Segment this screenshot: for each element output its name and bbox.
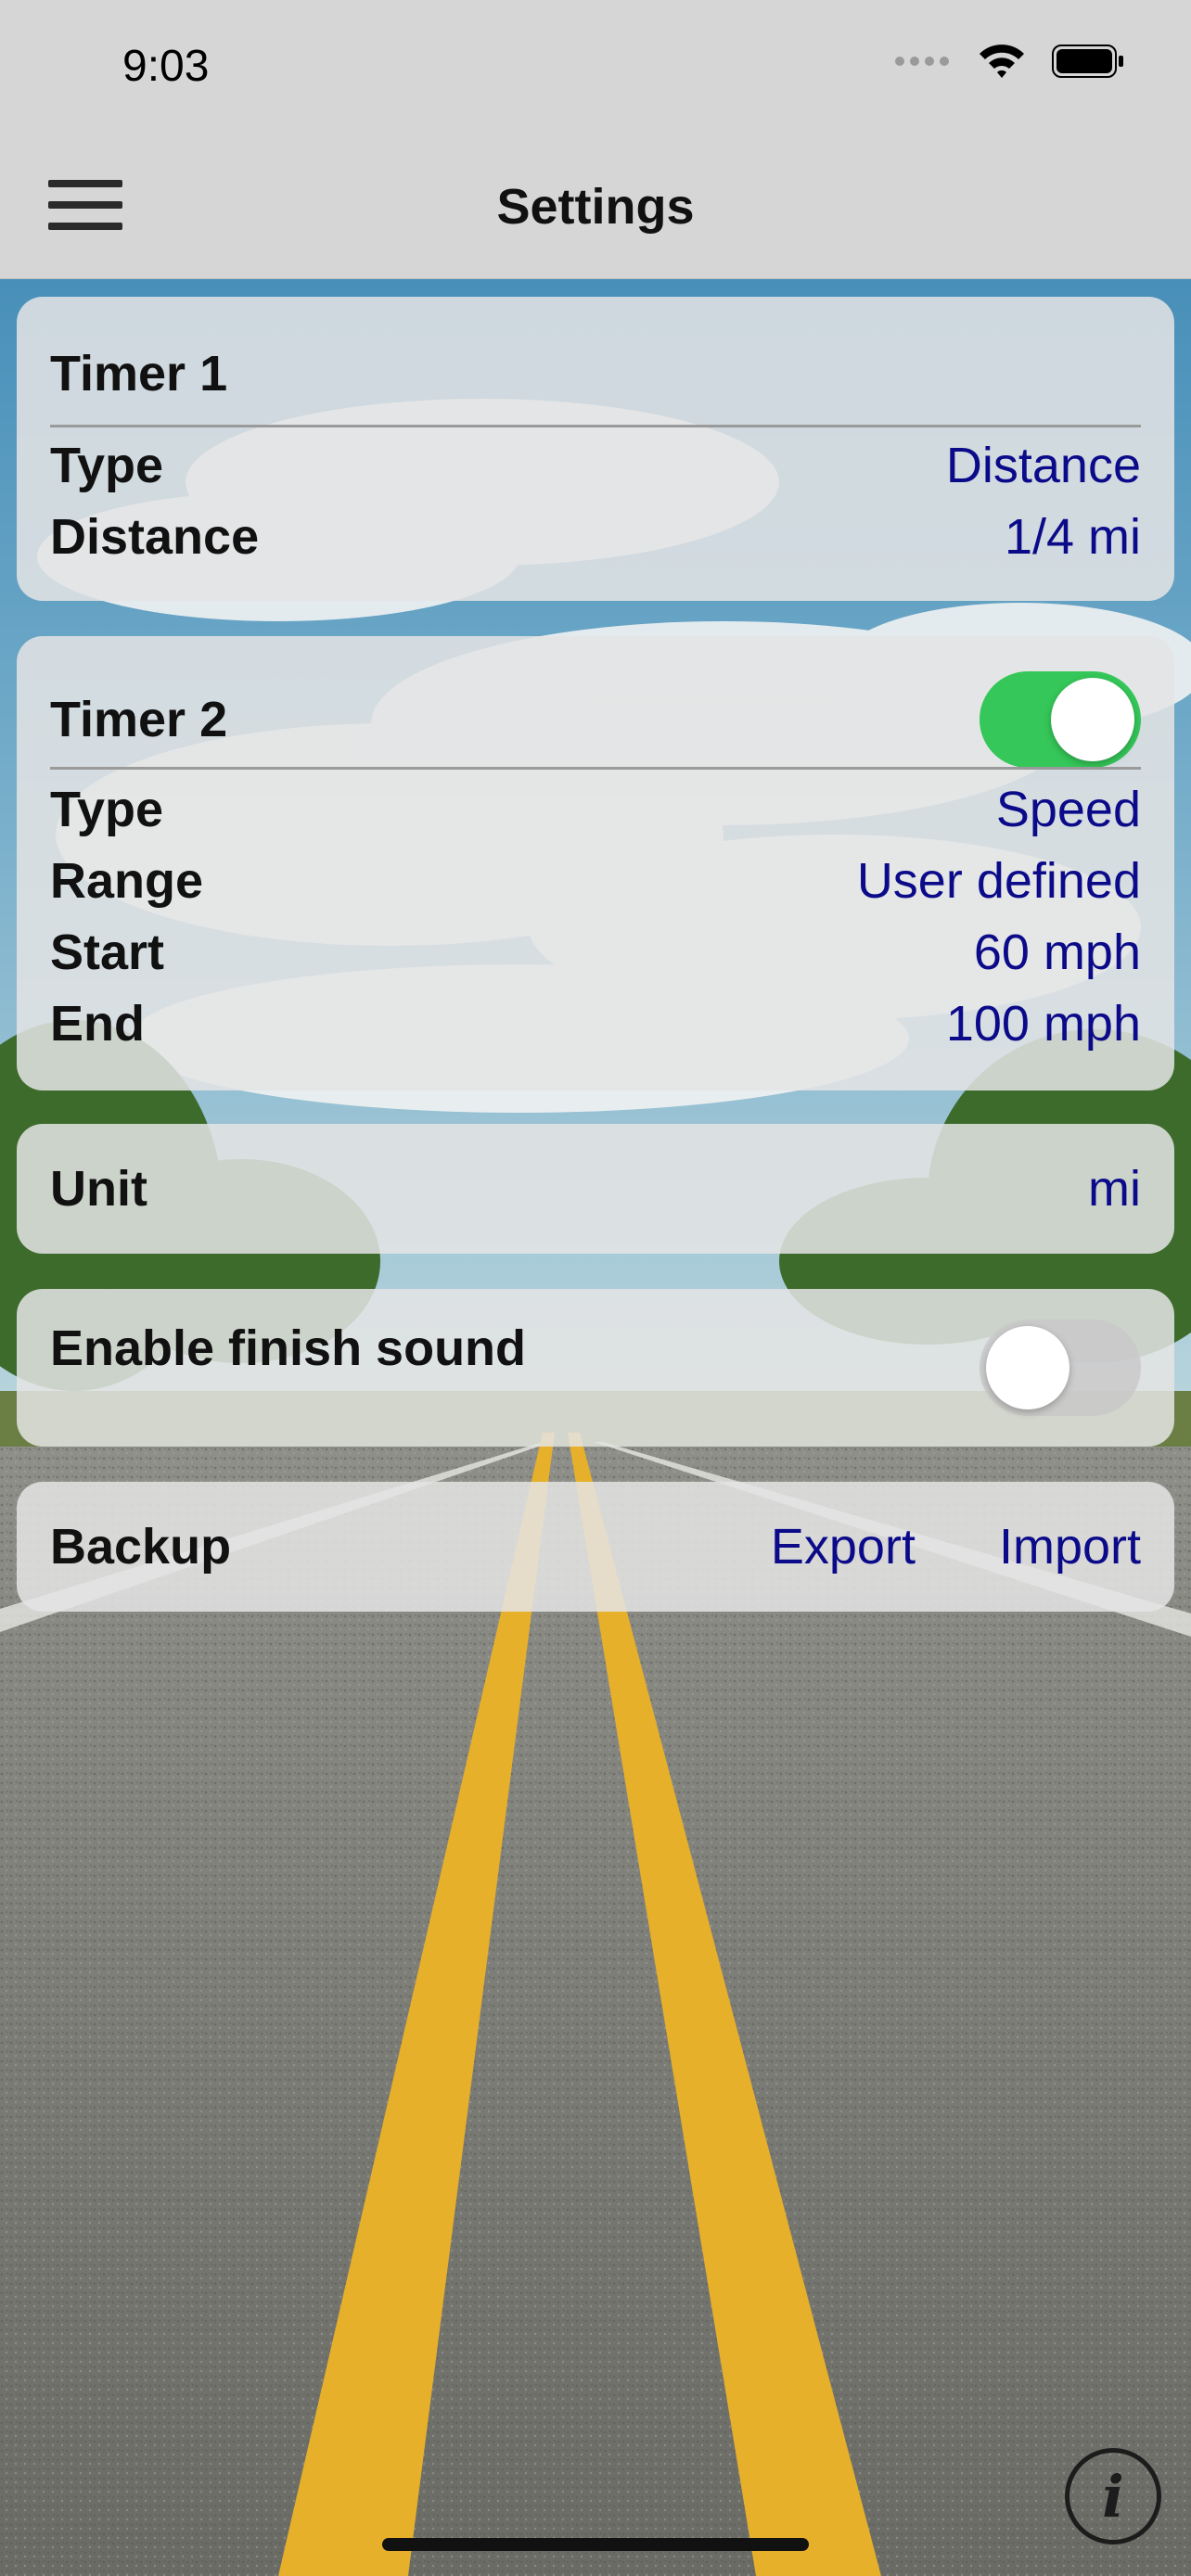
cellular-signal-icon xyxy=(895,57,949,66)
backup-actions: Export Import xyxy=(771,1518,1141,1575)
import-button[interactable]: Import xyxy=(999,1518,1141,1575)
timer1-distance-label: Distance xyxy=(50,509,260,565)
home-indicator xyxy=(382,2538,809,2551)
status-bar: 9:03 xyxy=(0,0,1191,139)
finish-sound-card: Enable finish sound xyxy=(17,1289,1174,1447)
timer2-range-label: Range xyxy=(50,853,204,909)
timer2-start-row[interactable]: Start 60 mph xyxy=(50,916,1141,988)
export-button[interactable]: Export xyxy=(771,1518,916,1575)
wifi-icon xyxy=(980,45,1024,78)
finish-sound-label: Enable finish sound xyxy=(50,1320,527,1376)
timer2-title: Timer 2 xyxy=(50,692,228,747)
timer2-start-value[interactable]: 60 mph xyxy=(974,924,1141,981)
navigation-bar: Settings xyxy=(0,139,1191,279)
timer2-divider xyxy=(50,767,1141,770)
timer2-header: Timer 2 xyxy=(50,671,1141,768)
unit-label: Unit xyxy=(50,1161,147,1217)
timer2-range-row[interactable]: Range User defined xyxy=(50,845,1141,917)
timer2-end-row[interactable]: End 100 mph xyxy=(50,988,1141,1060)
unit-value[interactable]: mi xyxy=(1088,1160,1141,1218)
battery-icon xyxy=(1052,45,1123,78)
timer1-divider xyxy=(50,425,1141,427)
backup-row: Backup Export Import xyxy=(50,1511,1141,1583)
backup-label: Backup xyxy=(50,1519,232,1575)
timer2-type-row[interactable]: Type Speed xyxy=(50,773,1141,846)
timer2-end-value[interactable]: 100 mph xyxy=(946,995,1141,1052)
timer1-title: Timer 1 xyxy=(50,346,228,402)
info-icon[interactable]: i xyxy=(1065,2448,1161,2544)
timer1-card: Timer 1 Type Distance Distance 1/4 mi xyxy=(17,297,1174,601)
timer1-header: Timer 1 xyxy=(50,338,1141,410)
timer2-card: Timer 2 Type Speed Range User defined St… xyxy=(17,636,1174,1090)
timer2-start-label: Start xyxy=(50,925,165,980)
status-time: 9:03 xyxy=(122,42,210,91)
page-title: Settings xyxy=(496,179,695,235)
timer1-distance-row[interactable]: Distance 1/4 mi xyxy=(50,501,1141,573)
timer2-range-value[interactable]: User defined xyxy=(857,852,1141,910)
timer2-type-label: Type xyxy=(50,782,164,837)
finish-sound-row: Enable finish sound xyxy=(50,1320,1141,1416)
unit-card[interactable]: Unit mi xyxy=(17,1124,1174,1254)
timer1-distance-value[interactable]: 1/4 mi xyxy=(1005,508,1141,566)
finish-sound-toggle[interactable] xyxy=(980,1320,1141,1416)
status-icons xyxy=(894,43,1126,80)
timer2-enable-toggle[interactable] xyxy=(980,671,1141,768)
unit-row[interactable]: Unit mi xyxy=(50,1153,1141,1225)
timer2-type-value[interactable]: Speed xyxy=(996,781,1141,838)
timer1-type-label: Type xyxy=(50,438,164,493)
timer1-type-value[interactable]: Distance xyxy=(946,437,1141,494)
backup-card: Backup Export Import xyxy=(17,1482,1174,1612)
timer1-type-row[interactable]: Type Distance xyxy=(50,429,1141,502)
timer2-end-label: End xyxy=(50,996,145,1052)
